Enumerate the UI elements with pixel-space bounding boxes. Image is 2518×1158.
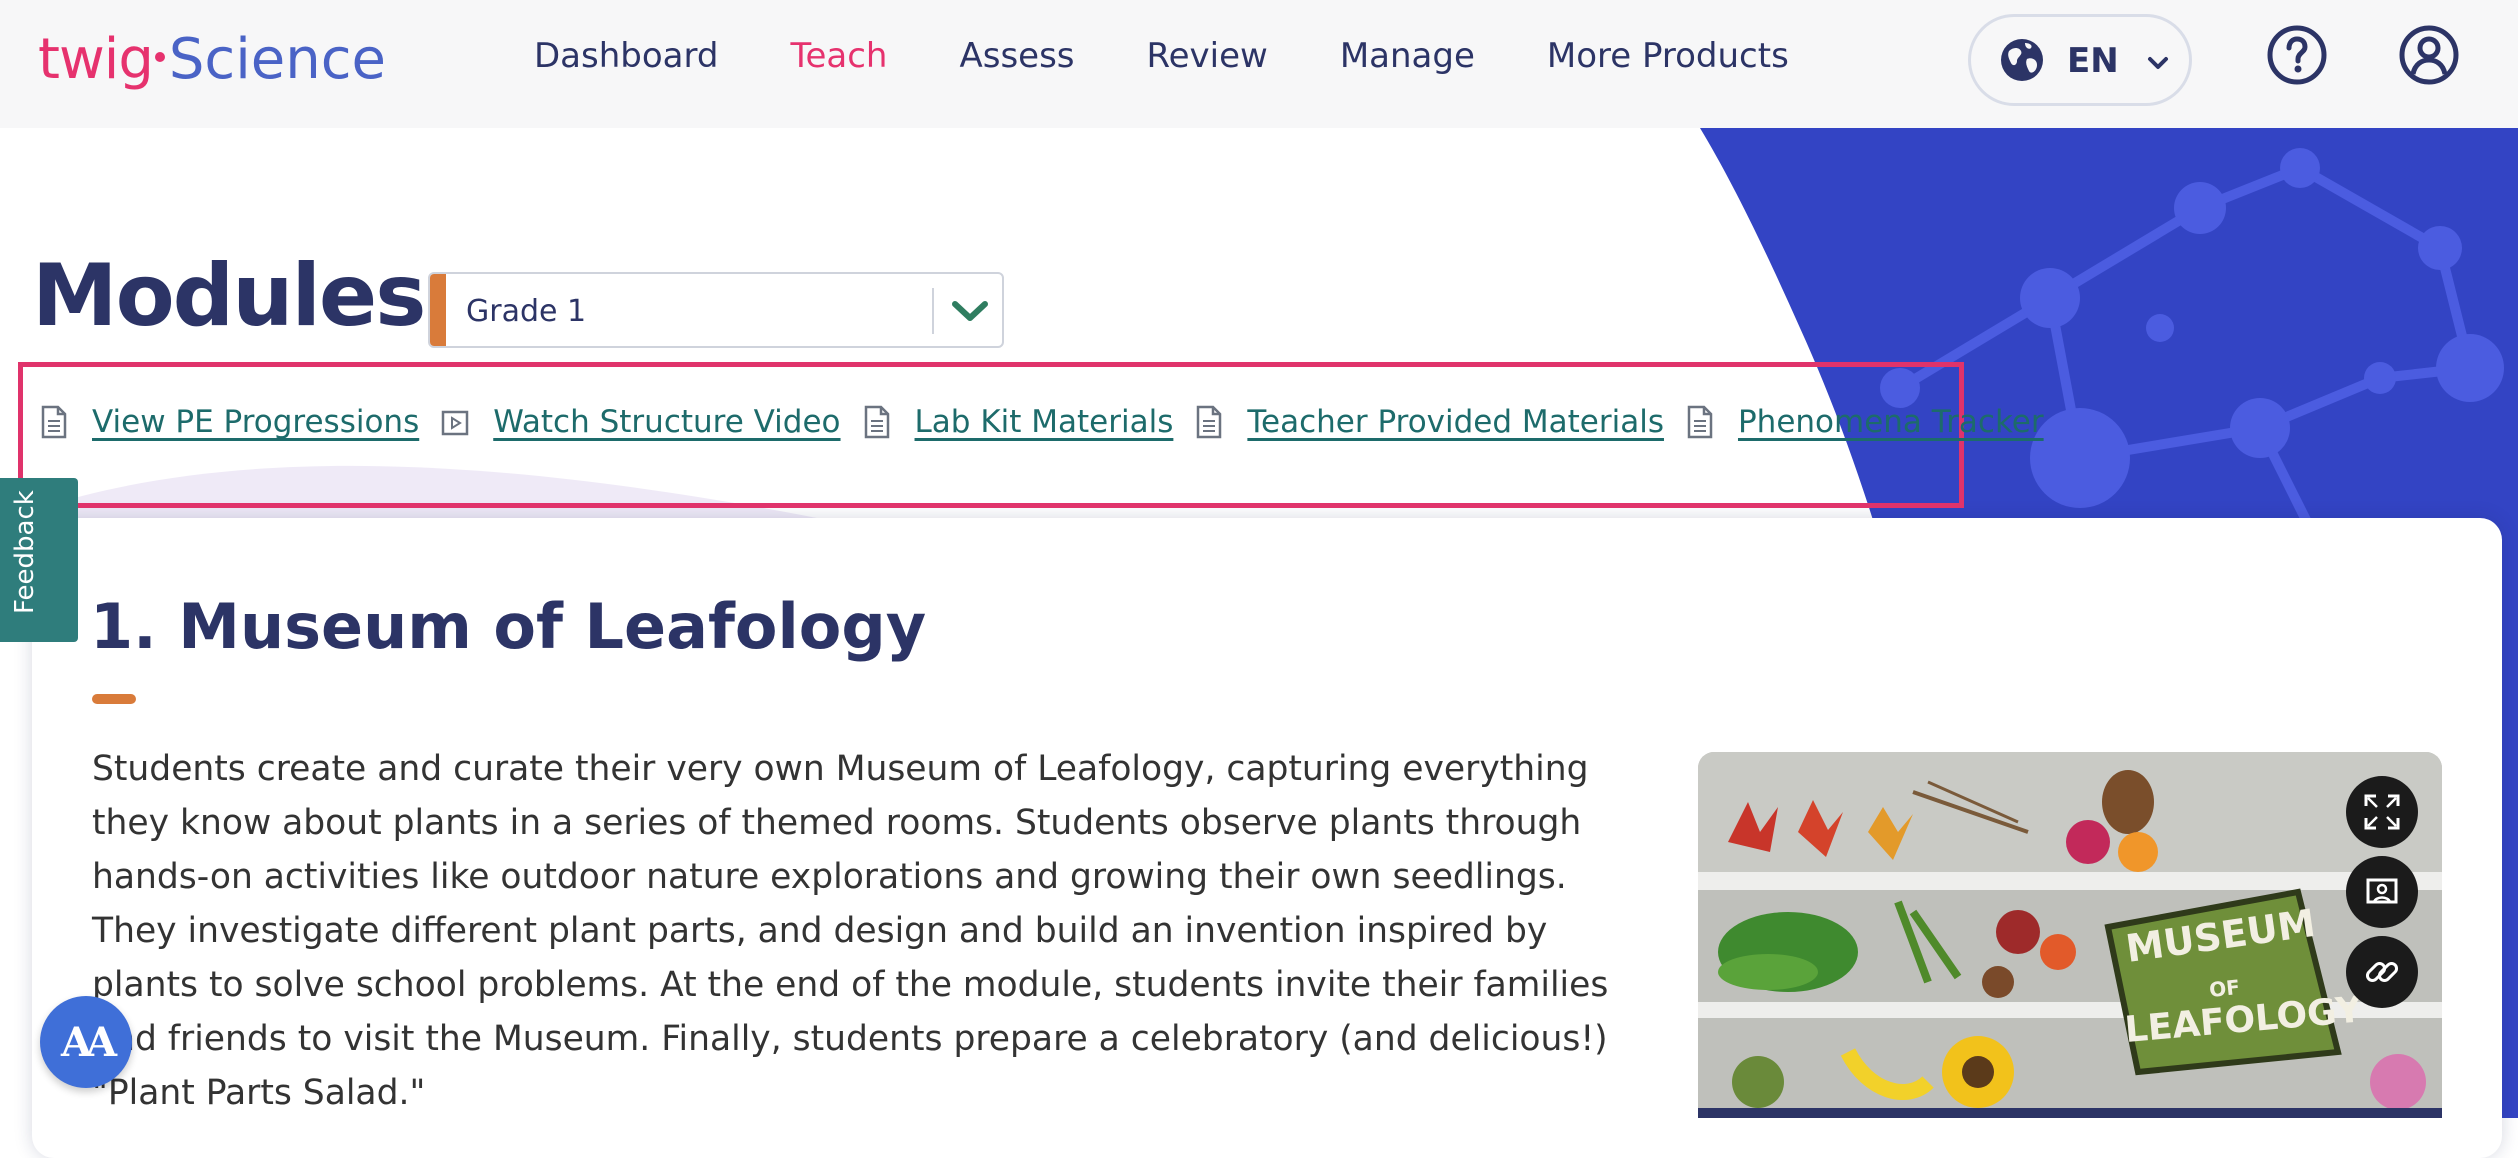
logo-dot <box>154 52 165 62</box>
accessibility-button[interactable]: AA <box>40 996 132 1088</box>
link-label[interactable]: View PE Progressions <box>92 404 419 440</box>
link-label[interactable]: Phenomena Tracker <box>1738 404 2044 440</box>
page-title: Modules <box>32 246 426 346</box>
present-icon <box>2366 878 2398 904</box>
resource-links: View PE Progressions Watch Structure Vid… <box>40 404 2066 440</box>
language-selector[interactable]: EN <box>1968 14 2192 106</box>
sign-line-2: OF <box>2208 975 2241 1002</box>
chevron-down-icon <box>952 301 988 321</box>
select-divider <box>932 288 934 334</box>
user-icon[interactable] <box>2398 24 2460 86</box>
link-watch-structure-video[interactable]: Watch Structure Video <box>441 404 841 440</box>
nav-teach[interactable]: Teach <box>790 36 887 76</box>
module-description: Students create and curate their very ow… <box>92 749 1609 1113</box>
top-navigation-bar: twig Science Dashboard Teach Assess Revi… <box>0 0 2518 128</box>
nav-review[interactable]: Review <box>1147 36 1268 76</box>
video-icon <box>441 410 469 436</box>
document-icon <box>1687 405 1713 439</box>
language-code: EN <box>2067 41 2119 81</box>
logo-science: Science <box>168 27 386 92</box>
twig-science-logo[interactable]: twig Science <box>38 22 386 92</box>
fullscreen-icon <box>2364 794 2400 830</box>
grade-select[interactable]: Grade 1 <box>428 272 1004 348</box>
select-accent <box>430 274 446 346</box>
nav-dashboard[interactable]: Dashboard <box>534 36 718 76</box>
link-label[interactable]: Teacher Provided Materials <box>1247 404 1664 440</box>
document-icon <box>864 405 889 439</box>
nav-more-products[interactable]: More Products <box>1547 36 1789 76</box>
link-view-pe-progressions[interactable]: View PE Progressions <box>40 404 419 440</box>
module-image[interactable]: MUSEUM OF LEAFOLOGY <box>1698 752 2442 1118</box>
chevron-down-icon <box>2148 57 2168 69</box>
link-teacher-provided-materials[interactable]: Teacher Provided Materials <box>1195 404 1664 440</box>
museum-of-leafology-illustration: MUSEUM OF LEAFOLOGY <box>1698 752 2442 1118</box>
globe-icon <box>2001 39 2043 81</box>
feedback-tab[interactable]: Feedback <box>0 478 78 642</box>
document-icon <box>41 405 67 439</box>
help-icon[interactable] <box>2266 24 2328 86</box>
copy-link-button[interactable] <box>2346 936 2418 1008</box>
present-button[interactable] <box>2346 856 2418 928</box>
feedback-label: Feedback <box>10 490 40 614</box>
nav-manage[interactable]: Manage <box>1340 36 1475 76</box>
link-phenomena-tracker[interactable]: Phenomena Tracker <box>1686 404 2044 440</box>
link-label[interactable]: Lab Kit Materials <box>915 404 1174 440</box>
title-underline <box>92 694 136 704</box>
fullscreen-button[interactable] <box>2346 776 2418 848</box>
main-nav: Dashboard Teach Assess Review Manage Mor… <box>534 36 1861 76</box>
logo-twig: twig <box>38 27 154 92</box>
document-icon <box>1197 405 1222 439</box>
link-icon <box>2365 961 2399 983</box>
grade-select-value: Grade 1 <box>466 294 587 329</box>
module-title[interactable]: 1. Museum of Leafology <box>90 590 926 663</box>
nav-assess[interactable]: Assess <box>959 36 1074 76</box>
link-lab-kit-materials[interactable]: Lab Kit Materials <box>863 404 1174 440</box>
link-label[interactable]: Watch Structure Video <box>493 404 840 440</box>
